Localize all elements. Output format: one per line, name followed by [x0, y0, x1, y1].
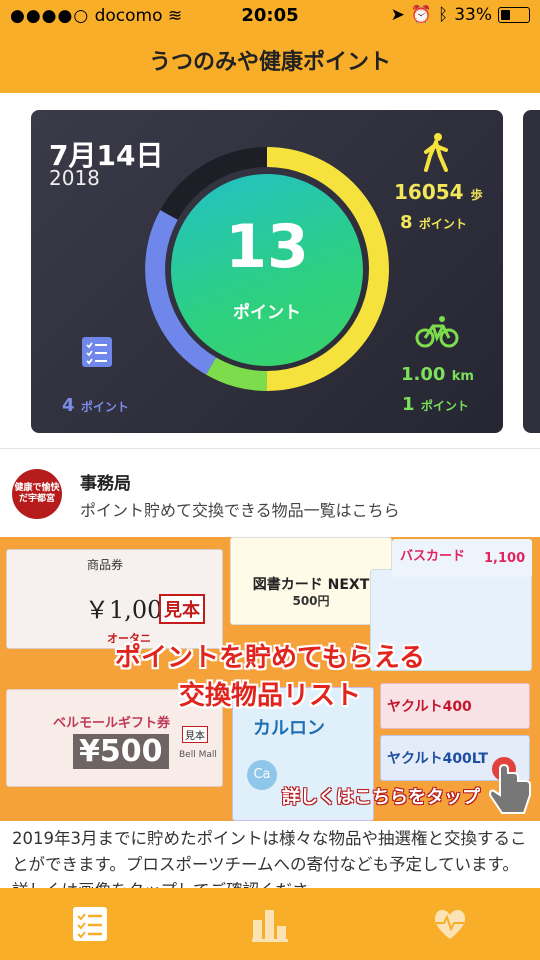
gift-voucher-image: 商品券 ￥1,000. 見本 オータニ	[6, 549, 223, 649]
book-card-image: 図書カード NEXT 500円	[230, 537, 392, 625]
tab-bar-chart[interactable]	[252, 906, 288, 942]
total-points-label: ポイント	[233, 303, 301, 323]
banner-subheadline: 交換物品リスト	[178, 681, 361, 711]
alarm-icon: ⏰	[410, 5, 432, 25]
tab-bar	[0, 888, 540, 960]
post-summary: ポイント貯めて交換できる物品一覧はこちら	[80, 501, 400, 520]
status-right: ➤ ⏰ ᛒ 33%	[391, 5, 530, 25]
banner-tap-hint: 詳しくはこちらをタップ	[282, 787, 480, 808]
battery-percent: 33%	[454, 5, 492, 25]
banner-headline: ポイントを貯めてもらえる	[115, 643, 425, 673]
ring-bike-segment	[206, 357, 268, 391]
tasks-points: 4 ポイント	[62, 395, 129, 416]
distance-value: 1.00 km	[401, 364, 474, 385]
bicycle-icon	[415, 316, 459, 348]
avatar: 健康で愉快だ宇都宮	[12, 469, 62, 519]
post-author: 事務局	[80, 474, 131, 494]
divider	[0, 448, 540, 449]
bike-points: 1 ポイント	[402, 394, 469, 415]
location-icon: ➤	[390, 5, 405, 25]
bus-card-image: バスカード 1,100	[392, 539, 532, 577]
daily-points-card[interactable]: 7月14日 2018 13 ポイント 16054 歩 8 ポイント 1.00 k…	[31, 110, 503, 433]
checklist-icon	[82, 337, 112, 367]
page-title: うつのみや健康ポイント	[148, 50, 391, 75]
tab-checklist[interactable]	[72, 906, 108, 942]
tap-hand-icon	[488, 757, 531, 814]
battery-icon	[498, 7, 530, 23]
exchange-description: 2019年3月までに貯めたポイントは様々な物品や抽選権と交換することができます。…	[12, 829, 527, 888]
walk-points: 8 ポイント	[400, 212, 467, 233]
tab-heart-monitor[interactable]	[432, 906, 468, 942]
app-header: ●●●●○ docomo ≋ 20:05 ➤ ⏰ ᛒ 33% うつのみや健康ポイ…	[0, 0, 540, 93]
status-bar: ●●●●○ docomo ≋ 20:05 ➤ ⏰ ᛒ 33%	[0, 0, 540, 32]
bluetooth-icon: ᛒ	[438, 5, 449, 25]
exchange-items-banner[interactable]: 商品券 ￥1,000. 見本 オータニ 図書カード NEXT 500円 バスカー…	[0, 537, 540, 821]
steps-value: 16054 歩	[394, 180, 483, 204]
walking-icon	[424, 133, 448, 172]
next-card-peek[interactable]	[523, 110, 540, 433]
office-post[interactable]: 健康で愉快だ宇都宮 事務局 ポイント貯めて交換できる物品一覧はこちら	[0, 455, 540, 535]
total-points: 13	[225, 212, 309, 282]
card-year: 2018	[49, 166, 100, 190]
points-center: 13 ポイント	[171, 174, 363, 366]
